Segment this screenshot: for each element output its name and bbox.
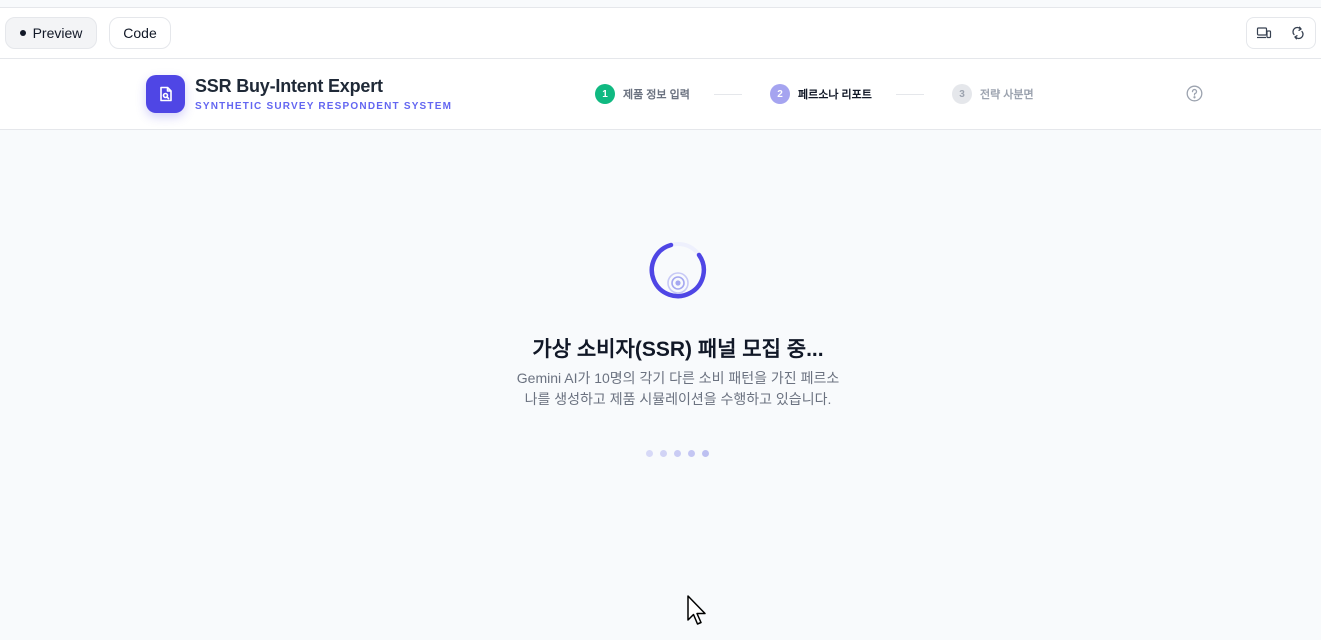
refresh-icon[interactable] xyxy=(1288,23,1308,43)
progress-dots xyxy=(646,450,716,457)
app-title: SSR Buy-Intent Expert xyxy=(195,76,383,96)
step-persona-report[interactable]: 2 페르소나 리포트 xyxy=(770,84,872,104)
progress-dot xyxy=(702,450,709,457)
code-button[interactable]: Code xyxy=(109,17,171,49)
mouse-cursor-icon xyxy=(686,595,708,627)
loading-spinner-icon xyxy=(648,240,708,300)
step-label: 제품 정보 입력 xyxy=(623,89,690,101)
help-circle-icon[interactable] xyxy=(1186,85,1203,102)
step-label: 전략 사분면 xyxy=(980,89,1034,101)
progress-dot xyxy=(674,450,681,457)
loading-description: Gemini AI가 10명의 각기 다른 소비 패턴을 가진 페르소 나를 생… xyxy=(510,368,846,410)
description-line-2: 나를 생성하고 제품 시뮬레이션을 수행하고 있습니다. xyxy=(524,391,832,407)
step-divider xyxy=(896,94,924,95)
preview-button[interactable]: Preview xyxy=(5,17,97,49)
toolbar: Preview Code xyxy=(0,8,1321,59)
progress-dot xyxy=(646,450,653,457)
preview-label: Preview xyxy=(32,25,83,41)
devices-icon[interactable] xyxy=(1254,23,1274,43)
step-number: 2 xyxy=(770,84,790,104)
step-strategy-quadrant[interactable]: 3 전략 사분면 xyxy=(952,84,1034,104)
step-divider xyxy=(714,94,742,95)
step-label: 페르소나 리포트 xyxy=(798,89,872,101)
view-controls xyxy=(1246,17,1316,49)
progress-dot xyxy=(660,450,667,457)
step-number: 1 xyxy=(595,84,615,104)
step-number: 3 xyxy=(952,84,972,104)
step-product-info[interactable]: 1 제품 정보 입력 xyxy=(595,84,690,104)
active-dot-icon xyxy=(19,30,26,36)
description-line-1: Gemini AI가 10명의 각기 다른 소비 패턴을 가진 페르소 xyxy=(516,370,840,386)
code-label: Code xyxy=(123,25,157,41)
loading-heading: 가상 소비자(SSR) 패널 모집 중... xyxy=(532,338,824,361)
progress-dot xyxy=(688,450,695,457)
document-search-icon xyxy=(146,75,185,113)
app-header: SSR Buy-Intent Expert SYNTHETIC SURVEY R… xyxy=(0,59,1321,130)
app-subtitle: SYNTHETIC SURVEY RESPONDENT SYSTEM xyxy=(195,101,453,112)
